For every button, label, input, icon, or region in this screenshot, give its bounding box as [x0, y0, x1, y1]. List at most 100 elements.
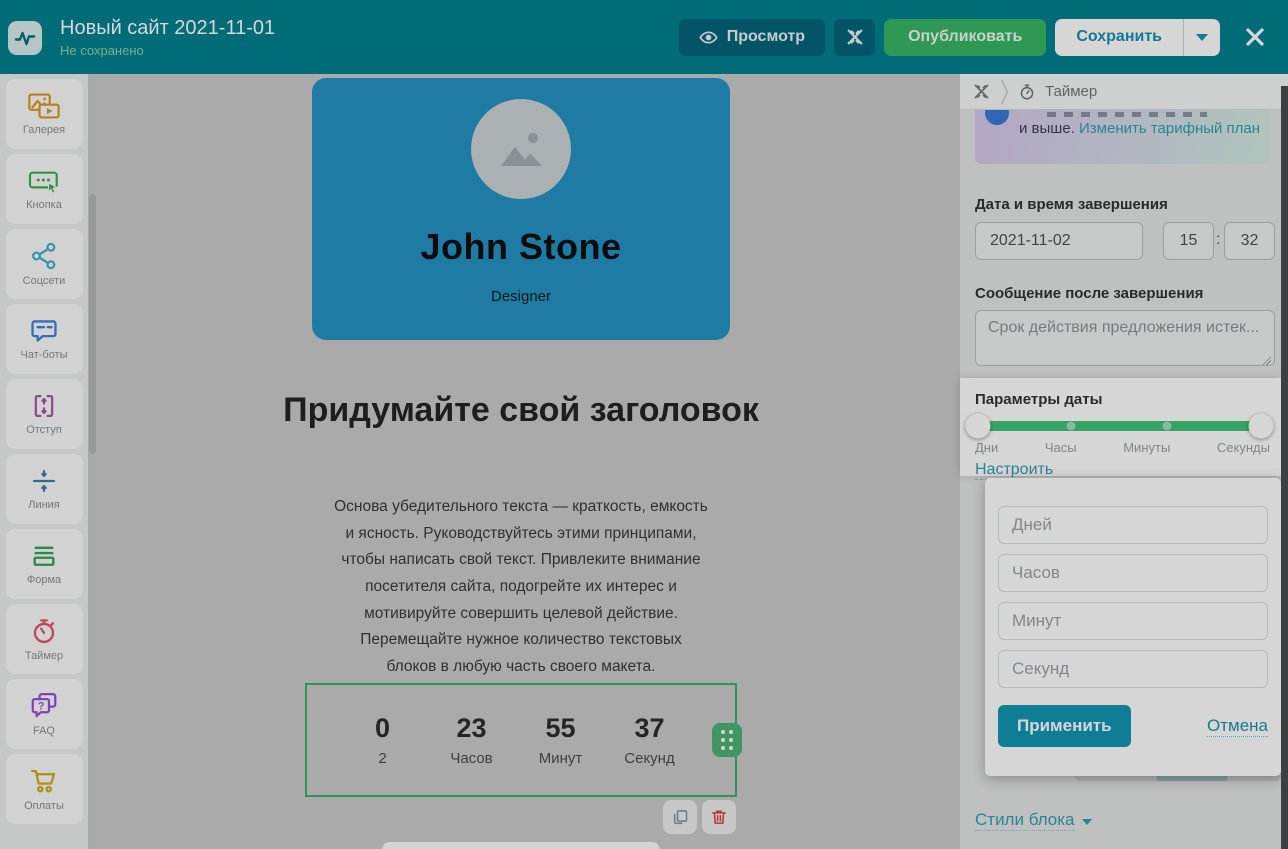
sidebar-item-spacing[interactable]: Отступ [6, 379, 83, 449]
date-section-label: Дата и время завершения [975, 196, 1168, 213]
block-actions [663, 800, 736, 834]
canvas-scrollbar-thumb[interactable] [89, 194, 96, 454]
magic-tools-icon [845, 27, 865, 47]
sidebar-item-label: Соцсети [23, 275, 66, 287]
preview-button-label: Просмотр [727, 28, 805, 46]
end-hour-input[interactable] [1163, 222, 1214, 260]
timer-value: 55 [533, 713, 589, 744]
delete-block-button[interactable] [702, 800, 736, 834]
sidebar-item-faq[interactable]: ? FAQ [6, 679, 83, 749]
sidebar-item-label: Оплаты [24, 800, 64, 812]
crossed-tools-icon[interactable] [972, 82, 991, 101]
sidebar-item-form[interactable]: Форма [6, 529, 83, 599]
social-icon [28, 241, 60, 271]
apply-button[interactable]: Применить [998, 705, 1131, 747]
slider-step-hours[interactable] [1067, 422, 1076, 431]
change-tariff-link[interactable]: Изменить тарифный план [1079, 120, 1260, 137]
sidebar-item-label: Галерея [23, 124, 65, 136]
image-placeholder-icon [495, 128, 547, 170]
canvas-scrollbar[interactable] [88, 74, 97, 849]
slider-labels: Дни Часы Минуты Секунды [975, 440, 1270, 455]
preview-button[interactable]: Просмотр [679, 19, 825, 56]
end-message-textarea[interactable] [975, 310, 1275, 366]
sidebar-item-gallery[interactable]: Галерея [6, 79, 83, 149]
spacing-icon [29, 392, 59, 420]
date-units-slider[interactable] [975, 421, 1264, 431]
app-logo[interactable] [8, 21, 42, 55]
save-button[interactable]: Сохранить [1055, 19, 1183, 56]
chevron-separator-icon [1000, 79, 1009, 105]
cancel-link[interactable]: Отмена [1207, 716, 1268, 737]
sidebar-item-payments[interactable]: Оплаты [6, 754, 83, 824]
timer-unit-days: 0 2 [355, 713, 411, 767]
hours-input[interactable] [998, 554, 1268, 592]
save-button-label: Сохранить [1076, 28, 1162, 46]
duplicate-block-button[interactable] [663, 800, 697, 834]
payments-icon [28, 766, 60, 796]
date-params-section: Параметры даты Дни Часы Минуты Секунды Н… [960, 378, 1281, 476]
timer-unit-label: 2 [355, 750, 411, 767]
sidebar-item-label: Чат-боты [20, 349, 67, 361]
save-button-group: Сохранить [1055, 19, 1220, 56]
date-params-title: Параметры даты [975, 391, 1266, 408]
next-block-top-edge [383, 842, 660, 849]
sidebar-item-button[interactable]: Кнопка [6, 154, 83, 224]
panel-scrollbar[interactable] [1281, 86, 1288, 849]
canvas-paragraph[interactable]: Основа убедительного текста — краткость,… [334, 494, 708, 681]
sidebar-item-chatbots[interactable]: Чат-боты [6, 304, 83, 374]
minutes-input[interactable] [998, 602, 1268, 640]
sidebar-item-label: Форма [27, 574, 61, 586]
message-section-label: Сообщение после завершения [975, 285, 1203, 302]
timer-icon [29, 616, 59, 646]
avatar[interactable] [471, 99, 571, 199]
slider-handle-left[interactable] [965, 414, 990, 439]
slider-handle-right[interactable] [1249, 414, 1274, 439]
close-editor-button[interactable] [1238, 15, 1272, 59]
slider-step-minutes[interactable] [1163, 422, 1172, 431]
block-styles-label: Стили блока [975, 810, 1075, 831]
slider-label-seconds: Секунды [1217, 440, 1270, 455]
slider-label-hours: Часы [1045, 440, 1077, 455]
drag-handle-icon[interactable] [712, 723, 742, 757]
resize-handle-icon[interactable] [1262, 356, 1271, 365]
top-bar-actions: Просмотр Опубликовать Сохранить [679, 15, 1272, 59]
end-date-input[interactable] [975, 222, 1143, 260]
publish-button[interactable]: Опубликовать [884, 19, 1046, 56]
days-input[interactable] [998, 506, 1268, 544]
save-options-button[interactable] [1183, 19, 1220, 56]
end-minute-input[interactable] [1224, 222, 1275, 260]
timer-value: 0 [355, 713, 411, 744]
profile-role[interactable]: Designer [312, 288, 730, 305]
save-status: Не сохранено [60, 43, 275, 58]
profile-card-block[interactable]: John Stone Designer [312, 78, 730, 340]
top-bar: Новый сайт 2021-11-01 Не сохранено Просм… [0, 0, 1288, 74]
sidebar-item-line[interactable]: Линия [6, 454, 83, 524]
caret-down-icon [1196, 34, 1208, 41]
timer-unit-label: Часов [444, 750, 500, 767]
profile-name[interactable]: John Stone [312, 226, 730, 268]
sidebar-item-timer[interactable]: Таймер [6, 604, 83, 674]
seconds-input[interactable] [998, 650, 1268, 688]
magic-tools-button[interactable] [834, 19, 875, 56]
info-badge-icon [985, 110, 1009, 125]
panel-breadcrumb: Таймер [960, 74, 1288, 110]
timer-unit-label: Секунд [622, 750, 678, 767]
clipped-text-line [1047, 112, 1207, 117]
timer-unit-seconds: 37 Секунд [622, 713, 678, 767]
canvas-heading[interactable]: Придумайте свой заголовок [251, 386, 791, 435]
timer-block-selected[interactable]: 0 2 23 Часов 55 Минут 37 Секунд [305, 683, 737, 797]
app-window: Новый сайт 2021-11-01 Не сохранено Просм… [0, 0, 1288, 849]
stopwatch-icon [1018, 83, 1036, 101]
settings-panel: Таймер и выше. Изменить тарифный план Да… [960, 74, 1288, 849]
tariff-notice: и выше. Изменить тарифный план [975, 110, 1270, 164]
timer-value: 37 [622, 713, 678, 744]
site-title: Новый сайт 2021-11-01 [60, 17, 275, 40]
caret-down-icon [1082, 819, 1092, 825]
custom-values-popup: Применить Отмена [985, 478, 1281, 776]
block-styles-link[interactable]: Стили блока [975, 810, 1092, 831]
sidebar-item-social[interactable]: Соцсети [6, 229, 83, 299]
eye-icon [699, 30, 718, 45]
close-icon [1244, 26, 1266, 48]
slider-track[interactable] [975, 421, 1264, 431]
time-separator: : [1216, 231, 1220, 249]
